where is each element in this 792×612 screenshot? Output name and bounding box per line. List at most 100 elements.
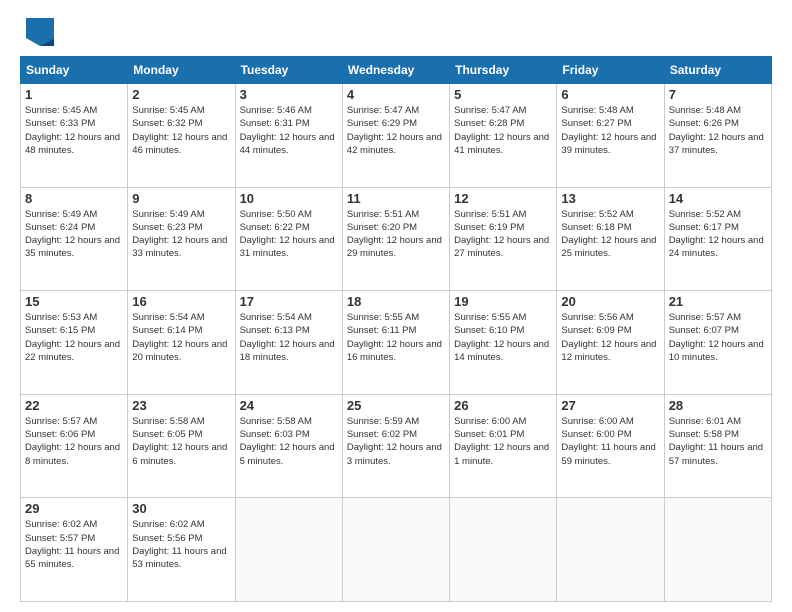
day-number: 18 — [347, 294, 445, 309]
table-row: 22 Sunrise: 5:57 AMSunset: 6:06 PMDayligh… — [21, 394, 128, 498]
day-info: Sunrise: 5:49 AMSunset: 6:23 PMDaylight:… — [132, 209, 227, 260]
table-row: 1 Sunrise: 5:45 AMSunset: 6:33 PMDaylight… — [21, 84, 128, 188]
table-row: 24 Sunrise: 5:58 AMSunset: 6:03 PMDayligh… — [235, 394, 342, 498]
table-row — [557, 498, 664, 602]
table-row: 2Sunrise: 5:45 AMSunset: 6:32 PMDaylight… — [128, 84, 235, 188]
header-monday: Monday — [128, 57, 235, 84]
table-row: 19 Sunrise: 5:55 AMSunset: 6:10 PMDayligh… — [450, 291, 557, 395]
day-number: 26 — [454, 398, 552, 413]
day-info: Sunrise: 6:00 AMSunset: 6:01 PMDaylight:… — [454, 416, 549, 467]
day-number: 17 — [240, 294, 338, 309]
day-info: Sunrise: 5:52 AMSunset: 6:17 PMDaylight:… — [669, 209, 764, 260]
day-info: Sunrise: 5:57 AMSunset: 6:06 PMDaylight:… — [25, 416, 120, 467]
header-friday: Friday — [557, 57, 664, 84]
table-row: 7Sunrise: 5:48 AMSunset: 6:26 PMDaylight… — [664, 84, 771, 188]
day-info: Sunrise: 5:47 AMSunset: 6:28 PMDaylight:… — [454, 105, 549, 156]
table-row: 10 Sunrise: 5:50 AMSunset: 6:22 PMDayligh… — [235, 187, 342, 291]
day-info: Sunrise: 5:45 AMSunset: 6:33 PMDaylight:… — [25, 105, 120, 156]
day-info: Sunrise: 5:58 AMSunset: 6:05 PMDaylight:… — [132, 416, 227, 467]
logo — [20, 18, 54, 46]
table-row: 20Sunrise: 5:56 AMSunset: 6:09 PMDayligh… — [557, 291, 664, 395]
table-row: 26 Sunrise: 6:00 AMSunset: 6:01 PMDayligh… — [450, 394, 557, 498]
day-info: Sunrise: 5:47 AMSunset: 6:29 PMDaylight:… — [347, 105, 442, 156]
day-number: 4 — [347, 87, 445, 102]
day-number: 5 — [454, 87, 552, 102]
table-row: 4 Sunrise: 5:47 AMSunset: 6:29 PMDaylight… — [342, 84, 449, 188]
day-info: Sunrise: 5:48 AMSunset: 6:26 PMDaylight:… — [669, 105, 764, 156]
day-info: Sunrise: 5:48 AMSunset: 6:27 PMDaylight:… — [561, 105, 656, 156]
day-number: 22 — [25, 398, 123, 413]
day-info: Sunrise: 5:53 AMSunset: 6:15 PMDaylight:… — [25, 312, 120, 363]
table-row: 14 Sunrise: 5:52 AMSunset: 6:17 PMDayligh… — [664, 187, 771, 291]
day-number: 24 — [240, 398, 338, 413]
day-number: 9 — [132, 191, 230, 206]
table-row: 18 Sunrise: 5:55 AMSunset: 6:11 PMDayligh… — [342, 291, 449, 395]
day-info: Sunrise: 5:52 AMSunset: 6:18 PMDaylight:… — [561, 209, 656, 260]
table-row: 27 Sunrise: 6:00 AMSunset: 6:00 PMDayligh… — [557, 394, 664, 498]
day-number: 23 — [132, 398, 230, 413]
calendar-week-row: 8Sunrise: 5:49 AMSunset: 6:24 PMDaylight… — [21, 187, 772, 291]
day-number: 3 — [240, 87, 338, 102]
logo-icon — [26, 18, 54, 46]
calendar-week-row: 29 Sunrise: 6:02 AMSunset: 5:57 PMDayligh… — [21, 498, 772, 602]
table-row: 21Sunrise: 5:57 AMSunset: 6:07 PMDayligh… — [664, 291, 771, 395]
day-number: 19 — [454, 294, 552, 309]
header-wednesday: Wednesday — [342, 57, 449, 84]
day-number: 25 — [347, 398, 445, 413]
table-row — [664, 498, 771, 602]
day-info: Sunrise: 6:01 AMSunset: 5:58 PMDaylight:… — [669, 416, 763, 467]
table-row: 15 Sunrise: 5:53 AMSunset: 6:15 PMDayligh… — [21, 291, 128, 395]
table-row: 6 Sunrise: 5:48 AMSunset: 6:27 PMDaylight… — [557, 84, 664, 188]
day-number: 13 — [561, 191, 659, 206]
calendar-week-row: 1 Sunrise: 5:45 AMSunset: 6:33 PMDaylight… — [21, 84, 772, 188]
header-thursday: Thursday — [450, 57, 557, 84]
weekday-header-row: Sunday Monday Tuesday Wednesday Thursday… — [21, 57, 772, 84]
calendar-week-row: 15 Sunrise: 5:53 AMSunset: 6:15 PMDayligh… — [21, 291, 772, 395]
day-info: Sunrise: 5:50 AMSunset: 6:22 PMDaylight:… — [240, 209, 335, 260]
day-info: Sunrise: 5:58 AMSunset: 6:03 PMDaylight:… — [240, 416, 335, 467]
day-number: 21 — [669, 294, 767, 309]
table-row: 3 Sunrise: 5:46 AMSunset: 6:31 PMDaylight… — [235, 84, 342, 188]
table-row: 29 Sunrise: 6:02 AMSunset: 5:57 PMDayligh… — [21, 498, 128, 602]
table-row: 13 Sunrise: 5:52 AMSunset: 6:18 PMDayligh… — [557, 187, 664, 291]
calendar-table: Sunday Monday Tuesday Wednesday Thursday… — [20, 56, 772, 602]
day-number: 28 — [669, 398, 767, 413]
day-info: Sunrise: 6:02 AMSunset: 5:57 PMDaylight:… — [25, 519, 119, 570]
table-row: 9 Sunrise: 5:49 AMSunset: 6:23 PMDaylight… — [128, 187, 235, 291]
day-number: 14 — [669, 191, 767, 206]
day-number: 30 — [132, 501, 230, 516]
table-row: 23 Sunrise: 5:58 AMSunset: 6:05 PMDayligh… — [128, 394, 235, 498]
header-saturday: Saturday — [664, 57, 771, 84]
day-info: Sunrise: 5:54 AMSunset: 6:14 PMDaylight:… — [132, 312, 227, 363]
day-info: Sunrise: 6:00 AMSunset: 6:00 PMDaylight:… — [561, 416, 655, 467]
day-number: 11 — [347, 191, 445, 206]
table-row: 28 Sunrise: 6:01 AMSunset: 5:58 PMDayligh… — [664, 394, 771, 498]
page-header — [20, 18, 772, 46]
day-info: Sunrise: 5:51 AMSunset: 6:19 PMDaylight:… — [454, 209, 549, 260]
day-info: Sunrise: 5:56 AMSunset: 6:09 PMDaylight:… — [561, 312, 656, 363]
day-info: Sunrise: 5:55 AMSunset: 6:10 PMDaylight:… — [454, 312, 549, 363]
day-number: 6 — [561, 87, 659, 102]
day-number: 15 — [25, 294, 123, 309]
day-number: 27 — [561, 398, 659, 413]
table-row: 17 Sunrise: 5:54 AMSunset: 6:13 PMDayligh… — [235, 291, 342, 395]
day-info: Sunrise: 5:54 AMSunset: 6:13 PMDaylight:… — [240, 312, 335, 363]
day-number: 1 — [25, 87, 123, 102]
calendar-week-row: 22 Sunrise: 5:57 AMSunset: 6:06 PMDayligh… — [21, 394, 772, 498]
header-sunday: Sunday — [21, 57, 128, 84]
day-info: Sunrise: 5:49 AMSunset: 6:24 PMDaylight:… — [25, 209, 120, 260]
day-number: 16 — [132, 294, 230, 309]
day-info: Sunrise: 6:02 AMSunset: 5:56 PMDaylight:… — [132, 519, 226, 570]
table-row: 12Sunrise: 5:51 AMSunset: 6:19 PMDayligh… — [450, 187, 557, 291]
day-info: Sunrise: 5:59 AMSunset: 6:02 PMDaylight:… — [347, 416, 442, 467]
table-row — [450, 498, 557, 602]
day-number: 10 — [240, 191, 338, 206]
day-info: Sunrise: 5:55 AMSunset: 6:11 PMDaylight:… — [347, 312, 442, 363]
table-row — [342, 498, 449, 602]
table-row: 11 Sunrise: 5:51 AMSunset: 6:20 PMDayligh… — [342, 187, 449, 291]
day-number: 2 — [132, 87, 230, 102]
day-info: Sunrise: 5:51 AMSunset: 6:20 PMDaylight:… — [347, 209, 442, 260]
table-row: 25 Sunrise: 5:59 AMSunset: 6:02 PMDayligh… — [342, 394, 449, 498]
day-number: 29 — [25, 501, 123, 516]
day-info: Sunrise: 5:46 AMSunset: 6:31 PMDaylight:… — [240, 105, 335, 156]
